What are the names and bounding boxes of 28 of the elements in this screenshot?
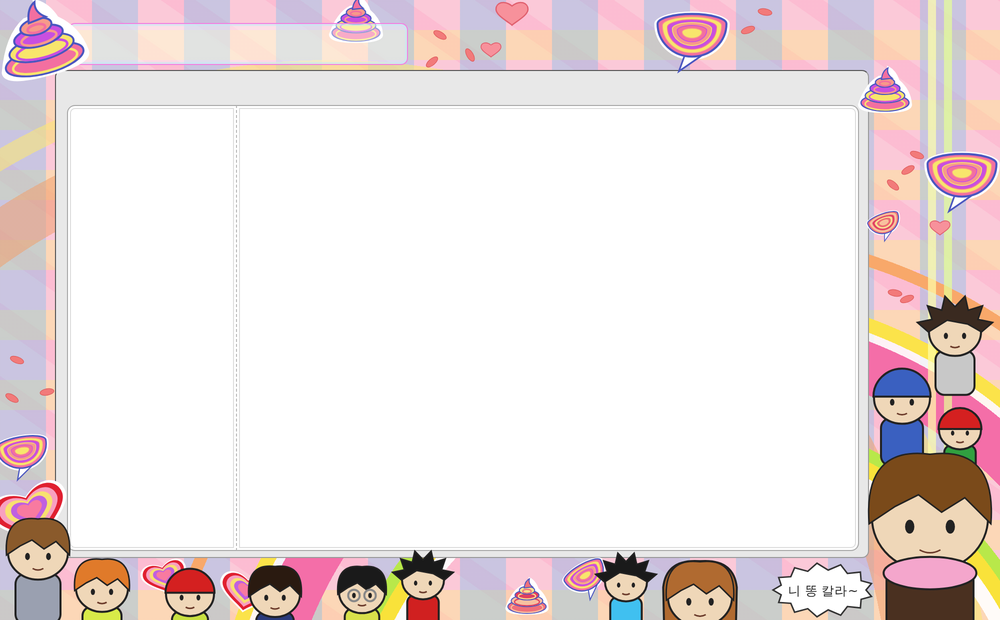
petal-icon xyxy=(465,48,475,62)
swirl-sticker xyxy=(0,434,48,482)
cartoon-character xyxy=(164,568,216,620)
petal-icon xyxy=(5,393,19,403)
cartoon-character xyxy=(248,565,302,620)
petal-icon xyxy=(40,388,54,396)
heart-icon xyxy=(480,42,502,58)
swirl-sticker xyxy=(505,576,549,615)
petal-icon xyxy=(910,150,924,160)
petal-icon xyxy=(900,294,914,304)
cartoon-character xyxy=(390,550,456,620)
cartoon-character xyxy=(74,558,130,620)
swirl-sticker xyxy=(562,557,606,602)
speech-bubble-text: 니 똥 칼라~ xyxy=(788,583,858,598)
petal-icon xyxy=(901,165,915,175)
cartoon-character xyxy=(594,552,658,620)
petal-icon xyxy=(758,8,772,16)
petal-icon xyxy=(741,26,755,34)
cartoon-character xyxy=(336,566,388,620)
swirl-sticker xyxy=(866,210,900,242)
petal-icon xyxy=(886,180,900,190)
swirl-sticker xyxy=(329,0,383,43)
heart-icon xyxy=(930,220,950,236)
petal-icon xyxy=(426,56,438,68)
swirl-sticker xyxy=(858,66,912,113)
heart-icon xyxy=(495,2,529,26)
petal-icon xyxy=(10,356,24,364)
petal-icon xyxy=(433,30,447,40)
